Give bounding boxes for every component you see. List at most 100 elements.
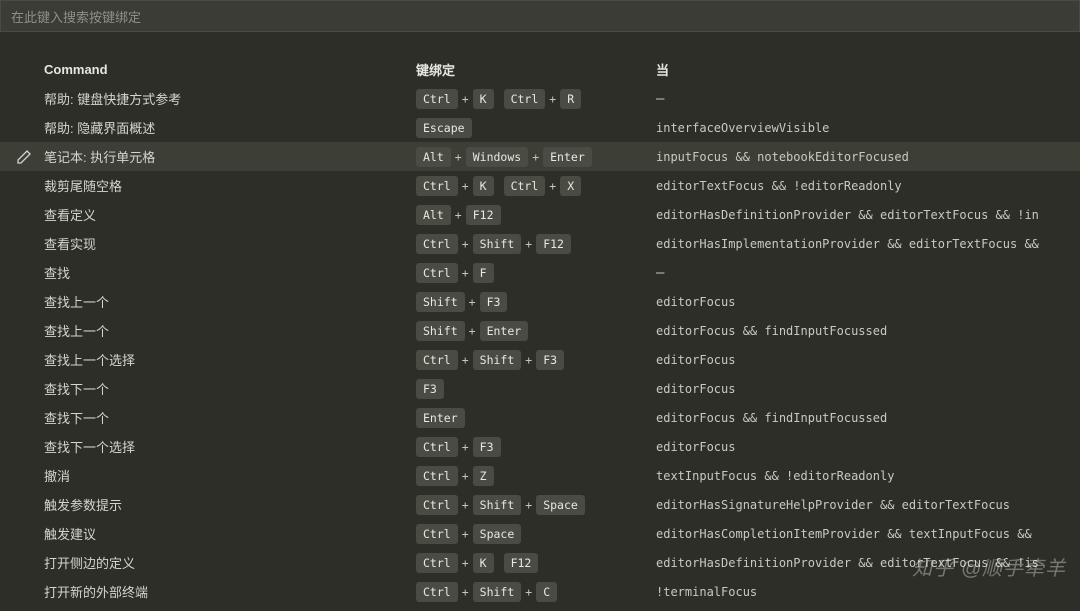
when-cell: editorFocus && findInputFocussed [656, 324, 1080, 338]
table-row[interactable]: 查找Ctrl+F— [0, 258, 1080, 287]
key-cap: F12 [536, 234, 571, 254]
key-cap: X [560, 176, 581, 196]
when-cell: editorHasSignatureHelpProvider && editor… [656, 498, 1080, 512]
keybinding-cell: Ctrl+Shift+F3 [416, 350, 656, 370]
when-cell: editorHasCompletionItemProvider && textI… [656, 527, 1080, 541]
command-cell: 打开新的外部终端 [44, 582, 416, 601]
key-cap: C [536, 582, 557, 602]
keybindings-table: Command 键绑定 当 帮助: 键盘快捷方式参考Ctrl+KCtrl+R—帮… [0, 32, 1080, 606]
command-cell: 查找下一个 [44, 379, 416, 398]
key-cap: Windows [466, 147, 528, 167]
search-input[interactable]: 在此键入搜索按键绑定 [0, 0, 1080, 32]
command-cell: 打开侧边的定义 [44, 553, 416, 572]
command-cell: 查找上一个 [44, 292, 416, 311]
key-cap: F3 [416, 379, 444, 399]
key-cap: Ctrl [416, 437, 458, 457]
when-cell: !terminalFocus [656, 585, 1080, 599]
command-cell: 查找上一个 [44, 321, 416, 340]
key-cap: Ctrl [416, 495, 458, 515]
keybinding-cell: F3 [416, 379, 656, 399]
key-cap: R [560, 89, 581, 109]
key-cap: Enter [480, 321, 529, 341]
key-cap: Shift [473, 495, 522, 515]
keybinding-cell: Ctrl+F3 [416, 437, 656, 457]
key-separator: + [462, 440, 469, 454]
table-row[interactable]: 撤消Ctrl+ZtextInputFocus && !editorReadonl… [0, 461, 1080, 490]
keybinding-cell: Escape [416, 118, 656, 138]
header-command[interactable]: Command [44, 62, 416, 77]
command-cell: 查找上一个选择 [44, 350, 416, 369]
table-row[interactable]: 查找下一个EntereditorFocus && findInputFocuss… [0, 403, 1080, 432]
key-cap: Ctrl [416, 466, 458, 486]
key-cap: Ctrl [416, 553, 458, 573]
key-separator: + [525, 498, 532, 512]
when-cell: textInputFocus && !editorReadonly [656, 469, 1080, 483]
key-cap: Ctrl [416, 89, 458, 109]
key-cap: Shift [473, 234, 522, 254]
table-row[interactable]: 触发参数提示Ctrl+Shift+SpaceeditorHasSignature… [0, 490, 1080, 519]
table-row[interactable]: 查找下一个F3 editorFocus [0, 374, 1080, 403]
header-when[interactable]: 当 [656, 60, 1080, 79]
key-separator: + [525, 585, 532, 599]
command-cell: 查找下一个 [44, 408, 416, 427]
key-cap: Shift [416, 292, 465, 312]
table-row[interactable]: 帮助: 键盘快捷方式参考Ctrl+KCtrl+R— [0, 84, 1080, 113]
table-row[interactable]: 查找上一个Shift+F3editorFocus [0, 287, 1080, 316]
table-row[interactable]: 查找下一个选择Ctrl+F3editorFocus [0, 432, 1080, 461]
keybinding-cell: Ctrl+KF12 [416, 553, 656, 573]
key-cap: Ctrl [416, 176, 458, 196]
when-cell: editorFocus [656, 382, 1080, 396]
key-cap: Z [473, 466, 494, 486]
key-cap: F3 [480, 292, 508, 312]
when-cell: — [656, 91, 1080, 107]
key-separator: + [462, 237, 469, 251]
table-row[interactable]: 查找上一个Shift+EntereditorFocus && findInput… [0, 316, 1080, 345]
key-cap: K [473, 553, 494, 573]
key-cap: Space [536, 495, 585, 515]
table-row[interactable]: 打开侧边的定义Ctrl+KF12editorHasDefinitionProvi… [0, 548, 1080, 577]
key-separator: + [462, 469, 469, 483]
header-binding[interactable]: 键绑定 [416, 60, 656, 79]
command-cell: 查找下一个选择 [44, 437, 416, 456]
table-row[interactable]: 帮助: 隐藏界面概述EscapeinterfaceOverviewVisible [0, 113, 1080, 142]
when-cell: editorHasDefinitionProvider && editorTex… [656, 208, 1080, 222]
key-cap: Ctrl [504, 89, 546, 109]
keybinding-cell: Ctrl+Shift+F12 [416, 234, 656, 254]
key-cap: Ctrl [416, 234, 458, 254]
edit-icon[interactable] [16, 149, 32, 165]
keybinding-cell: Ctrl+KCtrl+R [416, 89, 656, 109]
key-cap: Ctrl [416, 524, 458, 544]
keybinding-cell: Ctrl+Shift+Space [416, 495, 656, 515]
keybinding-cell: Enter [416, 408, 656, 428]
command-cell: 帮助: 键盘快捷方式参考 [44, 89, 416, 108]
key-cap: Ctrl [416, 263, 458, 283]
table-row[interactable]: 裁剪尾随空格Ctrl+KCtrl+XeditorTextFocus && !ed… [0, 171, 1080, 200]
key-separator: + [462, 585, 469, 599]
when-cell: editorFocus && findInputFocussed [656, 411, 1080, 425]
command-cell: 帮助: 隐藏界面概述 [44, 118, 416, 137]
table-row[interactable]: 触发建议Ctrl+SpaceeditorHasCompletionItemPro… [0, 519, 1080, 548]
key-separator: + [549, 179, 556, 193]
key-cap: Alt [416, 147, 451, 167]
keybinding-cell: Ctrl + Z [416, 466, 656, 486]
key-separator: + [455, 208, 462, 222]
command-cell: 触发参数提示 [44, 495, 416, 514]
table-header: Command 键绑定 当 [0, 54, 1080, 84]
table-row[interactable]: 打开新的外部终端Ctrl+Shift+C!terminalFocus [0, 577, 1080, 606]
when-cell: editorFocus [656, 295, 1080, 309]
command-cell: 查看实现 [44, 234, 416, 253]
key-cap: Ctrl [416, 350, 458, 370]
key-separator: + [525, 237, 532, 251]
keybinding-cell: Alt+Windows+Enter [416, 147, 656, 167]
key-separator: + [462, 353, 469, 367]
key-separator: + [462, 527, 469, 541]
table-row[interactable]: 查看实现Ctrl+Shift+F12editorHasImplementatio… [0, 229, 1080, 258]
table-row[interactable]: 查看定义Alt+F12editorHasDefinitionProvider &… [0, 200, 1080, 229]
when-cell: interfaceOverviewVisible [656, 121, 1080, 135]
when-cell: editorHasImplementationProvider && edito… [656, 237, 1080, 251]
key-cap: Shift [416, 321, 465, 341]
table-row[interactable]: 笔记本: 执行单元格Alt+Windows+EnterinputFocus &&… [0, 142, 1080, 171]
table-row[interactable]: 查找上一个选择Ctrl+Shift+F3editorFocus [0, 345, 1080, 374]
command-cell: 笔记本: 执行单元格 [44, 147, 416, 166]
command-cell: 查看定义 [44, 205, 416, 224]
